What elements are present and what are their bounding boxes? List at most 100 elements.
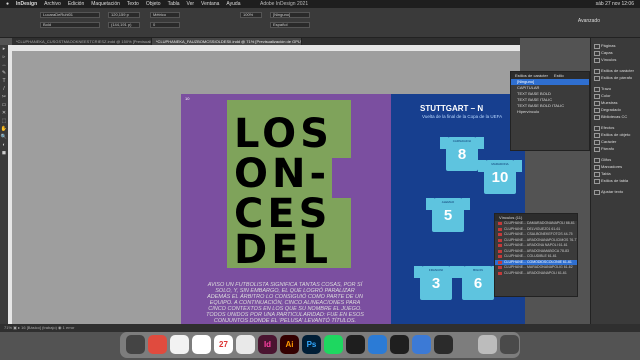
spotify-icon[interactable]	[324, 335, 343, 354]
menu-tabla[interactable]: Tabla	[168, 1, 180, 7]
finder-folder-icon[interactable]	[434, 335, 453, 354]
kerning-field[interactable]: Métrico	[150, 12, 180, 18]
tracking-field[interactable]: 0	[150, 22, 180, 28]
type-tool-icon[interactable]: T	[0, 77, 8, 85]
links-panel-title[interactable]: Vínculos (11)	[495, 214, 577, 221]
dock-layers[interactable]: Capas	[591, 49, 640, 56]
trash-icon[interactable]	[500, 335, 519, 354]
dock-stroke[interactable]: Trazo	[591, 85, 640, 92]
spread-headline[interactable]: STUTTGART – N	[420, 104, 483, 113]
tools-panel: ▸ ▹ ↔ ✎ T / ✂ ▭ ✕ ⬚ ✋ 🔍 ◐ ◼	[0, 45, 8, 325]
menu-texto[interactable]: Texto	[127, 1, 139, 7]
safari-icon[interactable]	[170, 335, 189, 354]
status-bar[interactable]: 71% ▣ ▸ 16 [Básico] (trabajo) ◉ 1 error	[0, 324, 640, 332]
jersey-card[interactable]: FRANCINI 3	[414, 266, 458, 300]
dock-cc-libraries[interactable]: Bibliotecas CC	[591, 113, 640, 120]
menu-ayuda[interactable]: Ayuda	[226, 1, 240, 7]
direct-selection-tool-icon[interactable]: ▹	[0, 53, 8, 61]
link-row[interactable]: CLUPHANE... ARADONANAPOLI 61-61	[495, 271, 577, 277]
right-panel-dock: Páginas Capas Vínculos Estilos de caráct…	[590, 38, 640, 325]
creative-cloud-icon[interactable]	[368, 335, 387, 354]
screen-mode-icon[interactable]: ◼	[0, 149, 8, 157]
scissors-tool-icon[interactable]: ✂	[0, 93, 8, 101]
font-family-field[interactable]: LucaraDeRuhl01	[40, 12, 100, 18]
menu-objeto[interactable]: Objeto	[146, 1, 161, 7]
hand-tool-icon[interactable]: ✋	[0, 125, 8, 133]
links-panel: Vínculos (11) CLUPHANE... DAMARADONANAPO…	[494, 213, 578, 297]
dock-bookmarks[interactable]: Marcadores	[591, 163, 640, 170]
jersey-card[interactable]: ALEMAO 5	[426, 198, 470, 232]
title-line-4[interactable]: DEL	[234, 230, 332, 270]
style-item[interactable]: Hipervínculo	[511, 109, 589, 115]
leading-field[interactable]: (144,191 p)	[108, 22, 140, 28]
menu-edicion[interactable]: Edición	[68, 1, 84, 7]
menu-maquetacion[interactable]: Maquetación	[91, 1, 120, 7]
terminal-icon[interactable]	[390, 335, 409, 354]
dock-object-styles[interactable]: Estilos de objeto	[591, 131, 640, 138]
apple-icon[interactable]: ●	[6, 1, 9, 7]
tab-doc-2[interactable]: *CLUPHANEKA_FAUZBOMCSSIOLDESII.indd @ 71…	[152, 38, 302, 45]
mac-menu-bar: ● InDesign Archivo Edición Maquetación T…	[0, 0, 640, 8]
photos-icon[interactable]	[192, 335, 211, 354]
jersey-name: ALEMAO	[441, 200, 455, 204]
title-line-2[interactable]: ON-	[234, 154, 330, 194]
jersey-card[interactable]: BIGON 6	[456, 266, 500, 300]
clock[interactable]: sáb 27 nov 12:06	[596, 1, 634, 7]
jersey-number: 8	[457, 146, 467, 163]
gap-tool-icon[interactable]: ↔	[0, 61, 8, 69]
launchpad-icon[interactable]	[148, 335, 167, 354]
dock-swatches[interactable]: Muestras	[591, 99, 640, 106]
font-style-field[interactable]: Bold	[40, 22, 100, 28]
menu-archivo[interactable]: Archivo	[44, 1, 61, 7]
dock-table-styles[interactable]: Estilos de tabla	[591, 177, 640, 184]
dock-table[interactable]: Tabla	[591, 170, 640, 177]
selection-tool-icon[interactable]: ▸	[0, 45, 8, 53]
dock-color[interactable]: Color	[591, 92, 640, 99]
frame-tool-icon[interactable]: ✕	[0, 109, 8, 117]
line-tool-icon[interactable]: /	[0, 85, 8, 93]
finder-icon[interactable]	[126, 335, 145, 354]
tab-character-styles[interactable]: Estilos de carácter	[515, 72, 548, 79]
zoom-field[interactable]: 100%	[240, 12, 262, 18]
pen-tool-icon[interactable]: ✎	[0, 69, 8, 77]
chatgpt-icon[interactable]	[346, 335, 365, 354]
dock-character[interactable]: Carácter	[591, 138, 640, 145]
dock-gradient[interactable]: Degradado	[591, 106, 640, 113]
app-name[interactable]: InDesign	[16, 1, 37, 7]
dock-links[interactable]: Vínculos	[591, 56, 640, 63]
green-block-notch	[332, 158, 362, 198]
char-style-field[interactable]: [Ninguno]	[270, 12, 310, 18]
spread-subtitle[interactable]: Vuelta de la final de la Copa de la UEFA	[422, 114, 502, 119]
notes-icon[interactable]	[236, 335, 255, 354]
font-size-field[interactable]: 120,159 p	[108, 12, 140, 18]
window-title: Adobe InDesign 2021	[260, 1, 309, 7]
indesign-icon[interactable]: Id	[258, 335, 277, 354]
calendar-icon[interactable]: 27	[214, 335, 233, 354]
downloads-icon[interactable]	[478, 335, 497, 354]
jersey-card[interactable]: CARNAGIOLI 8	[440, 137, 484, 171]
control-bar: LucaraDeRuhl01 Bold 120,159 p (144,191 p…	[0, 8, 640, 38]
dock-pages[interactable]: Páginas	[591, 42, 640, 49]
dock-para-styles[interactable]: Estilos de párrafo	[591, 74, 640, 81]
dock-text-wrap[interactable]: Ajustar texto	[591, 188, 640, 195]
dock-char-styles[interactable]: Estilos de carácter	[591, 67, 640, 74]
menu-ventana[interactable]: Ventana	[201, 1, 219, 7]
workspace-switcher[interactable]: Avanzado	[578, 18, 600, 24]
dock-effects[interactable]: Efectos	[591, 124, 640, 131]
settings-icon[interactable]	[412, 335, 431, 354]
dock-glyphs[interactable]: Glifos	[591, 156, 640, 163]
tab-paragraph-styles[interactable]: Estilo	[554, 72, 564, 79]
title-line-1[interactable]: LOS	[234, 114, 333, 154]
tab-doc-1[interactable]: *CLUPHANEKA_CUSGSTMAOOKNEESTCRIESZ.indd …	[12, 38, 152, 45]
photoshop-icon[interactable]: Ps	[302, 335, 321, 354]
intro-paragraph[interactable]: AVISO UN FUTBOLISTA SIGNIFICA TANTAS COS…	[205, 282, 365, 324]
free-transform-tool-icon[interactable]: ⬚	[0, 117, 8, 125]
menu-ver[interactable]: Ver	[187, 1, 195, 7]
language-field[interactable]: Español	[270, 22, 310, 28]
rectangle-tool-icon[interactable]: ▭	[0, 101, 8, 109]
fill-stroke-icon[interactable]: ◐	[0, 141, 8, 149]
dock-paragraph[interactable]: Párrafo	[591, 145, 640, 152]
jersey-card[interactable]: MARADONA 10	[478, 160, 522, 194]
zoom-tool-icon[interactable]: 🔍	[0, 133, 8, 141]
illustrator-icon[interactable]: Ai	[280, 335, 299, 354]
